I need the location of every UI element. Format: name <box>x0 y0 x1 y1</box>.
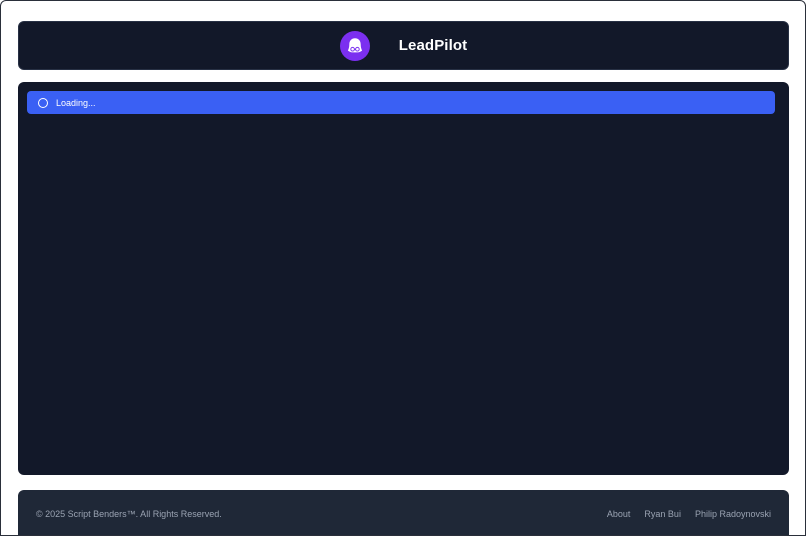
app-footer: © 2025 Script Benders™. All Rights Reser… <box>18 490 789 535</box>
app-title: LeadPilot <box>398 37 468 54</box>
loading-banner: Loading... <box>27 91 775 114</box>
footer-link-about[interactable]: About <box>607 509 631 519</box>
copyright-text: © 2025 Script Benders™. All Rights Reser… <box>36 508 222 519</box>
loading-text: Loading... <box>56 97 96 108</box>
persona-glasses-icon <box>347 37 362 52</box>
app-window: LeadPilot Loading... © 2025 Script Bende… <box>0 0 806 536</box>
brand[interactable]: LeadPilot <box>339 30 468 61</box>
footer-links: About Ryan Bui Philip Radoynovski <box>607 509 771 519</box>
app-header: LeadPilot <box>18 21 789 70</box>
main-panel: Loading... <box>18 82 789 475</box>
footer-link-ryan-bui[interactable]: Ryan Bui <box>644 509 681 519</box>
spinner-icon <box>38 97 48 108</box>
footer-link-philip-radoynovski[interactable]: Philip Radoynovski <box>695 509 771 519</box>
logo-icon <box>339 30 370 61</box>
